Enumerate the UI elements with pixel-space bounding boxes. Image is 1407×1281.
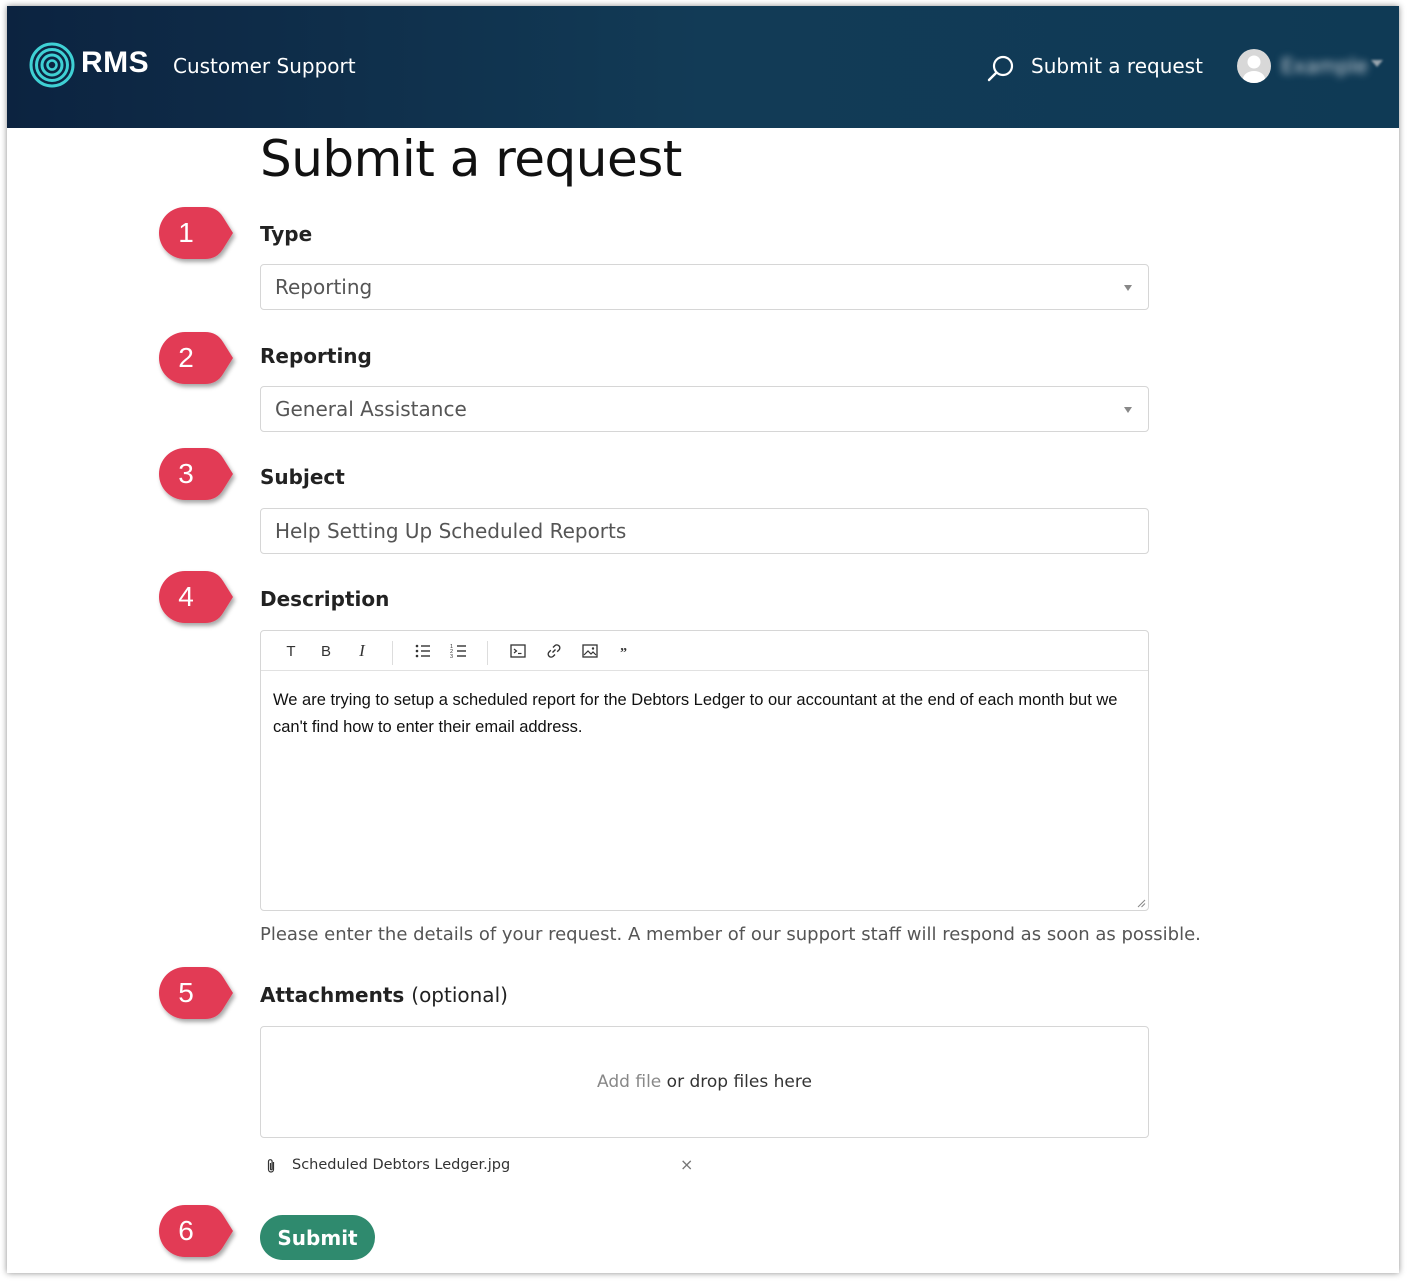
bold-button[interactable]: B [316,641,336,661]
remove-attachment-icon[interactable]: × [680,1155,693,1174]
description-hint: Please enter the details of your request… [260,924,1201,945]
description-text[interactable]: We are trying to setup a scheduled repor… [273,687,1138,741]
callout-number: 6 [178,1215,194,1246]
resize-handle-icon[interactable] [1136,898,1146,908]
callout-number: 4 [178,581,194,612]
submit-button[interactable]: Submit [260,1215,375,1260]
attachment-dropzone[interactable]: Add file or drop files here [260,1026,1149,1138]
callout-number: 2 [178,342,194,373]
attachments-optional-text: (optional) [411,983,508,1007]
type-select-value: Reporting [275,275,373,299]
description-label: Description [260,587,390,611]
site-header: RMS Customer Support Submit a request Ex… [7,6,1399,128]
callout-badge: 2 [155,330,237,390]
dropdown-caret-icon [1124,407,1132,413]
chevron-down-icon[interactable] [1371,60,1383,67]
callout-number: 1 [178,217,194,248]
reporting-select[interactable]: General Assistance [260,386,1149,432]
svg-text:3: 3 [450,654,453,660]
link-icon[interactable] [544,641,564,661]
page-title: Submit a request [260,130,682,188]
attachments-label: Attachments (optional) [260,983,508,1007]
drop-files-text: or drop files here [666,1072,812,1092]
toolbar-divider [487,641,488,665]
nav-submit-request-link[interactable]: Submit a request [1031,54,1203,78]
reporting-label: Reporting [260,344,372,368]
callout-badge: 5 [155,965,237,1025]
callout-number: 3 [178,458,194,489]
dropdown-caret-icon [1124,285,1132,291]
brand-subtitle[interactable]: Customer Support [173,54,356,78]
avatar[interactable] [1237,49,1271,83]
add-file-link[interactable]: Add file [597,1072,661,1092]
image-icon[interactable] [580,641,600,661]
callout-badge: 4 [155,569,237,629]
callout-number: 5 [178,977,194,1008]
paperclip-icon [267,1159,275,1173]
user-icon [1243,55,1265,83]
italic-button[interactable]: I [352,641,372,661]
user-menu-name[interactable]: Example [1281,54,1368,78]
reporting-select-value: General Assistance [275,397,467,421]
attachment-file-name[interactable]: Scheduled Debtors Ledger.jpg [292,1157,510,1173]
text-format-button[interactable]: T [281,641,301,661]
type-select[interactable]: Reporting [260,264,1149,310]
callout-badge: 1 [155,205,237,265]
svg-text:”: ” [620,646,627,661]
brand-name[interactable]: RMS [81,46,149,80]
subject-input[interactable]: Help Setting Up Scheduled Reports [260,508,1149,554]
search-icon[interactable] [987,54,1015,82]
bullet-list-icon[interactable] [413,641,433,661]
numbered-list-icon[interactable]: 1 2 3 [449,641,469,661]
attachments-label-text: Attachments [260,983,405,1007]
toolbar-divider [392,641,393,665]
attachment-item: Scheduled Debtors Ledger.jpg × [265,1155,695,1178]
rms-logo-icon[interactable] [29,42,75,88]
subject-input-value: Help Setting Up Scheduled Reports [275,519,627,543]
description-editor[interactable]: T B I 1 2 3 ” We are trying to setup a s… [260,630,1149,911]
quote-icon[interactable]: ” [616,641,636,661]
page-frame: RMS Customer Support Submit a request Ex… [7,6,1399,1273]
subject-label: Subject [260,465,345,489]
callout-badge: 3 [155,446,237,506]
type-label: Type [260,222,313,246]
callout-badge: 6 [155,1203,237,1263]
code-icon[interactable] [508,641,528,661]
editor-toolbar: T B I 1 2 3 ” [261,631,1148,671]
